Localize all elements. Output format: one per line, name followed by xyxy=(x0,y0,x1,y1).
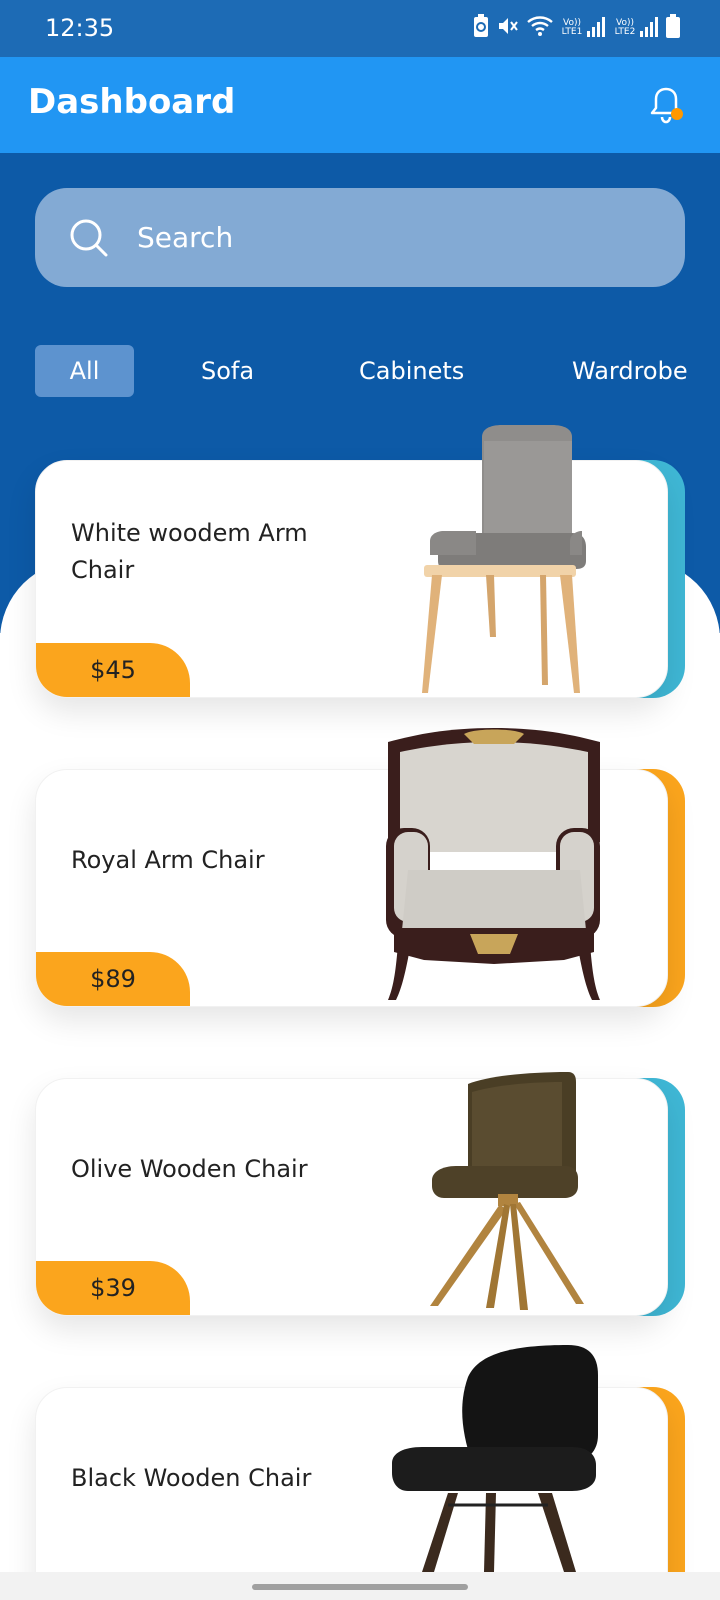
tab-sofa[interactable]: Sofa xyxy=(201,345,254,397)
app-bar: Dashboard xyxy=(0,57,720,153)
sim1-label: Vo)) LTE1 xyxy=(561,18,583,37)
status-icons: Vo)) LTE1 Vo)) LTE2 xyxy=(472,14,680,38)
home-handle[interactable] xyxy=(252,1584,468,1590)
sim1-signal: Vo)) LTE1 xyxy=(560,15,607,37)
search-input[interactable] xyxy=(137,221,637,254)
bell-icon[interactable] xyxy=(648,85,684,125)
page-title: Dashboard xyxy=(28,82,236,122)
battery-saver-icon xyxy=(474,14,488,37)
product-name: White woodem Arm Chair xyxy=(71,519,308,584)
mute-icon xyxy=(499,18,518,34)
product-image xyxy=(422,425,586,693)
product-image xyxy=(430,1072,584,1310)
sim2-signal: Vo)) LTE2 xyxy=(613,15,660,37)
product-name: Black Wooden Chair xyxy=(71,1464,312,1492)
category-tabs: All Sofa Cabinets Wardrobe xyxy=(35,345,720,397)
notification-dot xyxy=(671,108,683,120)
status-time: 12:35 xyxy=(45,14,115,42)
tab-all[interactable]: All xyxy=(35,345,134,397)
signal-icon xyxy=(640,17,658,37)
price-tag: $45 xyxy=(36,643,190,697)
price-tag: $89 xyxy=(36,952,190,1006)
sim2-label: Vo)) LTE2 xyxy=(614,18,636,37)
system-nav-bar xyxy=(0,1572,720,1600)
product-name: Royal Arm Chair xyxy=(71,846,265,874)
search-icon xyxy=(70,219,108,256)
product-name: Olive Wooden Chair xyxy=(71,1155,308,1183)
status-bar: 12:35 Vo)) LTE1 Vo)) LTE2 xyxy=(0,0,720,57)
search-bar[interactable] xyxy=(35,188,685,287)
product-image xyxy=(392,1345,598,1572)
signal-icon xyxy=(587,17,605,37)
price-tag: $39 xyxy=(36,1261,190,1315)
tab-cabinets[interactable]: Cabinets xyxy=(359,345,464,397)
product-image xyxy=(386,728,600,1000)
battery-icon xyxy=(666,14,680,38)
tab-wardrobe[interactable]: Wardrobe xyxy=(572,345,688,397)
wifi-icon xyxy=(527,16,553,36)
